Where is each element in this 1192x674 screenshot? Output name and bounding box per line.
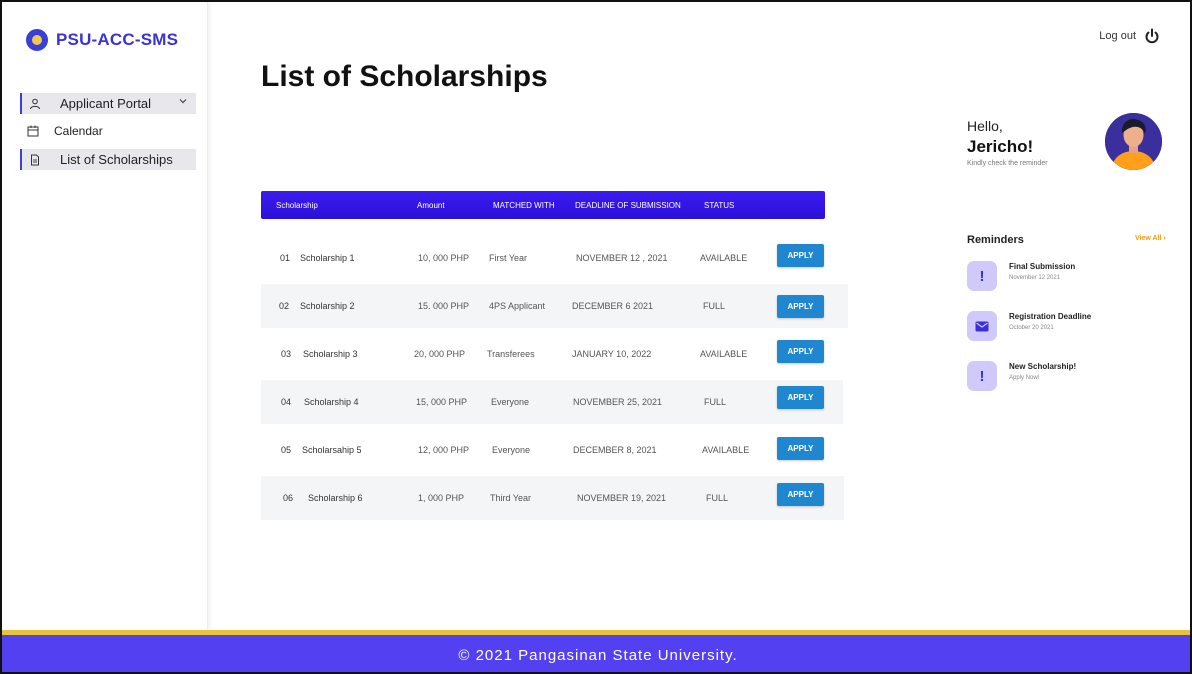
brand-name: PSU-ACC-SMS	[56, 30, 179, 49]
avatar[interactable]	[1105, 113, 1162, 170]
matched-with: 4PS Applicant	[489, 301, 546, 311]
document-icon	[28, 153, 42, 167]
app-window: PSU-ACC-SMS Applicant Portal Calendar Li…	[0, 0, 1192, 674]
status: AVAILABLE	[700, 253, 748, 263]
matched-with: Everyone	[491, 397, 530, 407]
sidebar-item-list-of-scholarships[interactable]: List of Scholarships	[20, 149, 196, 170]
row-number: 04	[281, 397, 292, 407]
amount: 10, 000 PHP	[418, 253, 470, 263]
table-header: Scholarship Amount MATCHED WITH DEADLINE…	[261, 191, 825, 219]
reminder-title: Registration Deadline	[1009, 312, 1092, 321]
matched-with: First Year	[489, 253, 528, 263]
amount: 15, 000 PHP	[416, 397, 468, 407]
reminders-title: Reminders	[967, 234, 1024, 246]
row-number: 05	[281, 445, 292, 455]
calendar-icon	[26, 124, 40, 138]
scholarship-name: Scholarship 1	[300, 253, 355, 263]
user-icon	[28, 97, 42, 111]
apply-button[interactable]: APPLY	[777, 340, 824, 363]
scholarship-name: Scholarship 4	[304, 397, 359, 407]
reminder-subtitle: November 12 2021	[1009, 275, 1061, 281]
amount: 12, 000 PHP	[418, 445, 470, 455]
mail-icon	[967, 311, 997, 341]
university-seal-icon	[26, 29, 48, 51]
reminder-title: Final Submission	[1009, 262, 1076, 271]
matched-with: Everyone	[492, 445, 531, 455]
status: AVAILABLE	[702, 445, 750, 455]
deadline: NOVEMBER 25, 2021	[573, 397, 663, 407]
deadline: DECEMBER 8, 2021	[573, 445, 657, 455]
reminder-title: New Scholarship!	[1009, 362, 1077, 371]
table-row: 03 Scholarship 3 20, 000 PHP Transferees…	[261, 332, 825, 376]
column-header-amount: Amount	[417, 201, 445, 210]
exclamation-icon: !	[967, 361, 997, 391]
table-row: 04 Scholarship 4 15, 000 PHP Everyone NO…	[261, 380, 843, 424]
apply-button[interactable]: APPLY	[777, 437, 824, 460]
status: FULL	[704, 397, 727, 407]
apply-button[interactable]: APPLY	[777, 386, 824, 409]
reminder-subtitle: October 20 2021	[1009, 325, 1054, 331]
sidebar: PSU-ACC-SMS Applicant Portal Calendar Li…	[2, 2, 208, 630]
user-name: Jericho!	[967, 137, 1034, 156]
sidebar-item-label: Applicant Portal	[60, 96, 152, 111]
table-row: 05 Scholarsahip 5 12, 000 PHP Everyone D…	[261, 428, 825, 472]
sidebar-item-label: Calendar	[54, 123, 103, 138]
greeting: Hello,	[967, 118, 1003, 134]
amount: 15. 000 PHP	[418, 301, 470, 311]
amount: 20, 000 PHP	[414, 349, 466, 359]
reminder-item[interactable]: Registration Deadline October 20 2021	[967, 311, 1167, 345]
footer: © 2021 Pangasinan State University.	[2, 635, 1190, 672]
brand[interactable]: PSU-ACC-SMS	[26, 29, 178, 51]
status: FULL	[706, 493, 729, 503]
deadline: DECEMBER 6 2021	[572, 301, 654, 311]
reminder-subtitle: Apply Now!	[1009, 375, 1040, 381]
amount: 1, 000 PHP	[418, 493, 465, 503]
power-icon	[1144, 28, 1160, 44]
sidebar-item-applicant-portal[interactable]: Applicant Portal	[20, 93, 196, 114]
reminder-hint: Kindly check the reminder	[967, 160, 1048, 167]
chevron-down-icon[interactable]	[178, 96, 188, 109]
apply-button[interactable]: APPLY	[777, 483, 824, 506]
table-row: 02 Scholarship 2 15. 000 PHP 4PS Applica…	[261, 284, 848, 328]
matched-with: Third Year	[490, 493, 532, 503]
row-number: 02	[279, 301, 290, 311]
column-header-matched-with: MATCHED WITH	[493, 201, 555, 210]
view-all-label: View All	[1135, 235, 1162, 242]
row-number: 03	[281, 349, 292, 359]
row-number: 01	[280, 253, 291, 263]
status: FULL	[703, 301, 726, 311]
apply-button[interactable]: APPLY	[777, 295, 824, 318]
chevron-right-icon: ›	[1163, 235, 1166, 242]
exclamation-icon: !	[967, 261, 997, 291]
scholarship-name: Scholarsahip 5	[302, 445, 362, 455]
column-header-scholarship: Scholarship	[276, 201, 318, 210]
scholarship-name: Scholarship 6	[308, 493, 363, 503]
deadline: JANUARY 10, 2022	[572, 349, 652, 359]
sidebar-item-label: List of Scholarships	[60, 152, 173, 167]
deadline: NOVEMBER 12 , 2021	[576, 253, 668, 263]
apply-button[interactable]: APPLY	[777, 244, 824, 267]
reminder-item[interactable]: ! Final Submission November 12 2021	[967, 261, 1167, 295]
deadline: NOVEMBER 19, 2021	[577, 493, 667, 503]
logout-button[interactable]: Log out	[1099, 28, 1160, 44]
sidebar-item-calendar[interactable]: Calendar	[20, 120, 196, 141]
page-title: List of Scholarships	[261, 60, 548, 93]
scholarship-name: Scholarship 3	[303, 349, 358, 359]
column-header-deadline: DEADLINE OF SUBMISSION	[575, 201, 681, 210]
matched-with: Transferees	[487, 349, 535, 359]
logout-label: Log out	[1099, 30, 1136, 42]
view-all-link[interactable]: View All ›	[1135, 235, 1166, 242]
scholarship-name: Scholarship 2	[300, 301, 355, 311]
reminder-item[interactable]: ! New Scholarship! Apply Now!	[967, 361, 1167, 395]
row-number: 06	[283, 493, 294, 503]
column-header-status: STATUS	[704, 201, 735, 210]
table-row: 01 Scholarship 1 10, 000 PHP First Year …	[261, 236, 825, 280]
status: AVAILABLE	[700, 349, 748, 359]
table-row: 06 Scholarship 6 1, 000 PHP Third Year N…	[261, 476, 844, 520]
